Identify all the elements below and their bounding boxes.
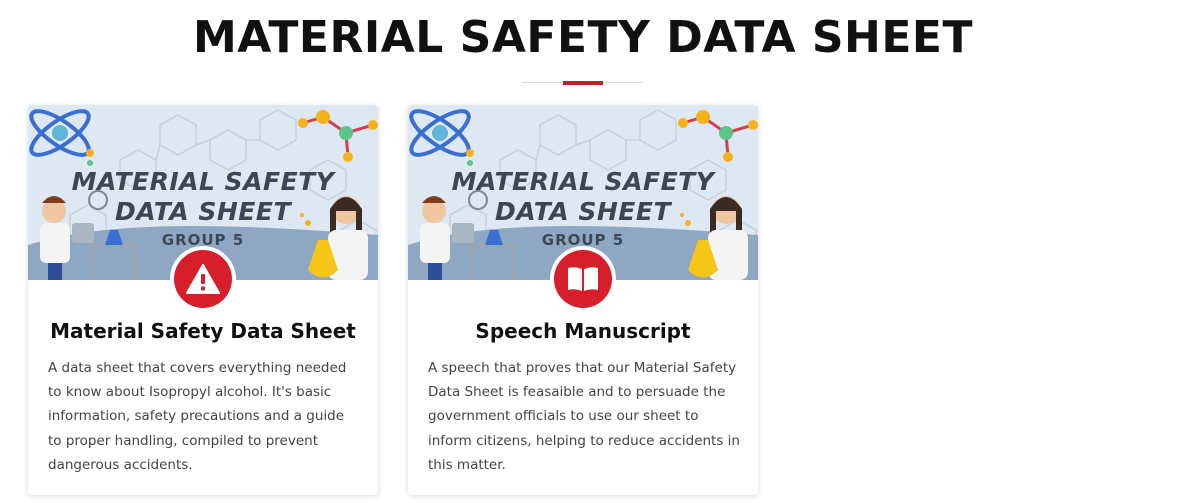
card-icon-badge xyxy=(550,246,616,312)
card-icon-badge xyxy=(170,246,236,312)
banner-title-line1: MATERIAL SAFETY xyxy=(71,167,335,196)
card-speech-manuscript[interactable]: MATERIAL SAFETY DATA SHEET GROUP 5 Speec… xyxy=(408,105,758,495)
banner-title-line1: MATERIAL SAFETY xyxy=(451,167,715,196)
card-heading[interactable]: Speech Manuscript xyxy=(408,319,758,343)
title-accent-bar xyxy=(563,81,603,85)
banner-title-line2: DATA SHEET xyxy=(114,197,291,226)
warning-icon xyxy=(186,264,220,294)
book-open-icon xyxy=(568,267,598,291)
page-title: MATERIAL SAFETY DATA SHEET xyxy=(193,12,973,63)
card-description: A speech that proves that our Material S… xyxy=(428,360,740,473)
card-description: A data sheet that covers everything need… xyxy=(48,360,347,473)
banner-title-line2: DATA SHEET xyxy=(494,197,671,226)
card-material-safety-data-sheet[interactable]: MATERIAL SAFETY DATA SHEET GROUP 5 Mater… xyxy=(28,105,378,495)
card-heading[interactable]: Material Safety Data Sheet xyxy=(28,319,378,343)
